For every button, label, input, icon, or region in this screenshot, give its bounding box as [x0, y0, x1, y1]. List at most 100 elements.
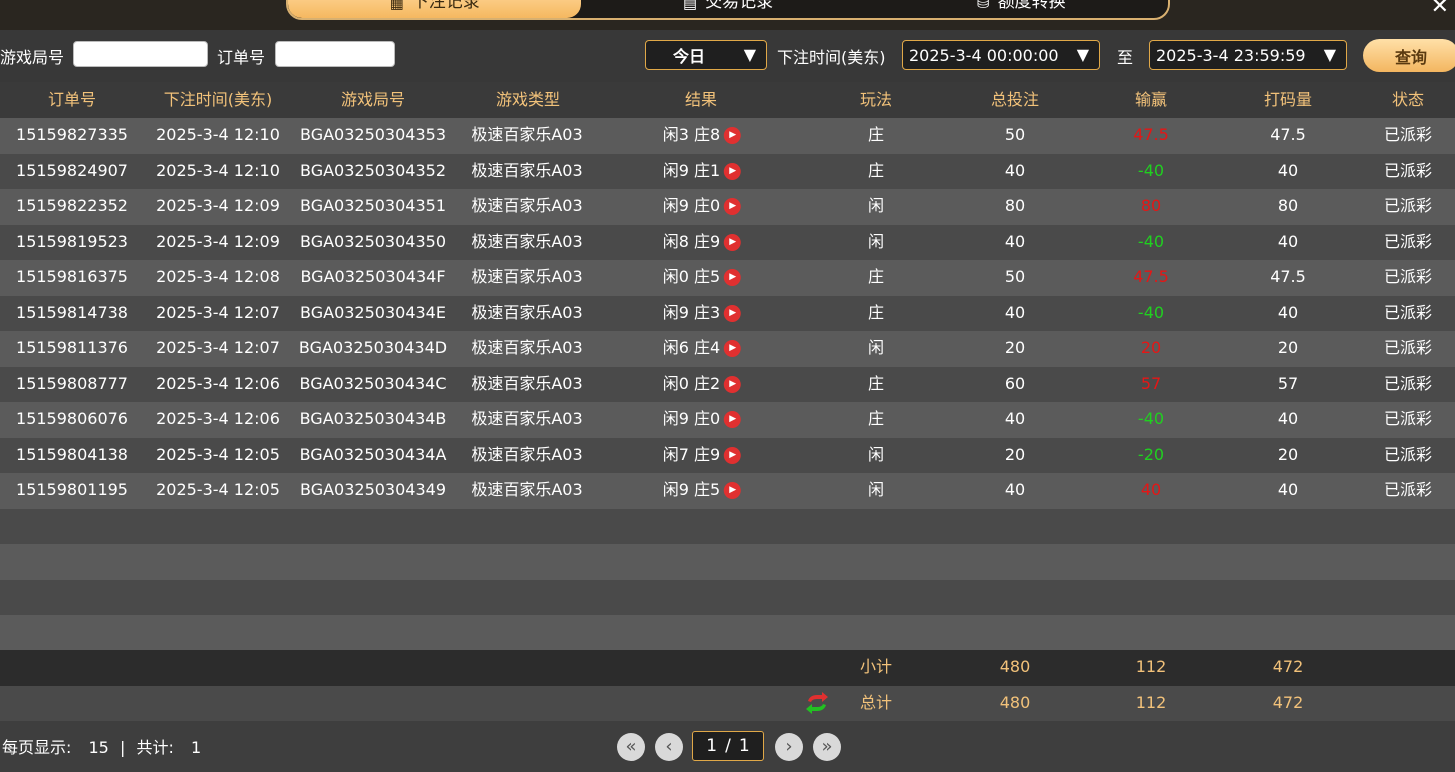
- chevron-down-icon: ▼: [1076, 45, 1089, 64]
- end-time-value: 2025-3-4 23:59:59: [1156, 45, 1306, 65]
- last-page-icon[interactable]: »: [813, 733, 841, 761]
- cell-round-number: BGA0325030434C: [299, 373, 447, 393]
- close-icon[interactable]: ✕: [1431, 0, 1449, 19]
- col-game-type: 游戏类型: [495, 90, 561, 109]
- result-text: 闲6 庄4: [662, 338, 721, 357]
- table-row: 15159827335 2025-3-4 12:10 BGA03250304353 极…: [0, 118, 1455, 154]
- date-range-value: 今日: [672, 47, 705, 66]
- cell-order-number: 15159804138: [16, 444, 128, 464]
- cell-turnover: 40: [1277, 231, 1299, 251]
- tab-label: 下注记录: [411, 0, 480, 12]
- round-number-input[interactable]: [73, 41, 208, 67]
- cell-round-number: BGA03250304349: [299, 480, 447, 499]
- tab-transaction-records[interactable]: ▤ 交易记录: [581, 0, 874, 18]
- first-page-icon[interactable]: «: [617, 733, 645, 761]
- cell-order-number: 15159827335: [16, 125, 128, 144]
- cell-result: 闲7 庄9 ▶: [663, 438, 742, 474]
- cell-game-type: 极速百家乐A03: [471, 231, 583, 251]
- cell-order-number: 15159814738: [16, 302, 128, 322]
- play-replay-icon[interactable]: ▶: [724, 446, 742, 464]
- play-replay-icon[interactable]: ▶: [724, 198, 742, 215]
- tab-label: 交易记录: [705, 0, 774, 12]
- cell-order-number: 15159822352: [16, 196, 128, 215]
- cell-bet-type: 庄: [867, 125, 885, 144]
- cell-round-number: BGA03250304351: [299, 196, 447, 215]
- cell-game-type: 极速百家乐A03: [471, 267, 583, 286]
- page-info: 每页显示: 15 | 共计: 1: [2, 734, 201, 758]
- cell-total-bet: 40: [1004, 231, 1026, 251]
- play-replay-icon[interactable]: ▶: [724, 304, 742, 322]
- page-slash: /: [725, 736, 731, 756]
- cell-game-type: 极速百家乐A03: [471, 125, 583, 144]
- cell-bet-time: 2025-3-4 12:08: [156, 267, 280, 286]
- table-row: 15159808777 2025-3-4 12:06 BGA0325030434C 极…: [0, 366, 1455, 402]
- play-replay-icon[interactable]: ▶: [724, 411, 742, 428]
- cell-total-bet: 40: [1004, 409, 1026, 428]
- cell-status: 已派彩: [1383, 338, 1433, 357]
- end-time-select[interactable]: 2025-3-4 23:59:59 ▼: [1149, 40, 1347, 70]
- cell-win-loss: 57: [1140, 373, 1162, 393]
- next-page-icon[interactable]: ›: [775, 733, 803, 761]
- cell-round-number: BGA0325030434F: [300, 267, 446, 286]
- count-label: 共计:: [136, 738, 174, 757]
- cell-turnover: 47.5: [1270, 267, 1306, 286]
- cell-status: 已派彩: [1383, 267, 1433, 286]
- play-replay-icon[interactable]: ▶: [724, 233, 742, 251]
- cell-game-type: 极速百家乐A03: [471, 409, 583, 428]
- result-text: 闲0 庄5: [662, 267, 721, 286]
- cell-total-bet: 60: [1004, 373, 1026, 393]
- play-replay-icon[interactable]: ▶: [724, 482, 742, 499]
- cell-round-number: BGA03250304352: [299, 160, 447, 180]
- result-text: 闲9 庄3: [662, 302, 721, 322]
- tab-credit-transfer[interactable]: ⛁ 额度转换: [875, 0, 1168, 18]
- result-text: 闲3 庄8: [662, 125, 721, 144]
- play-replay-icon[interactable]: ▶: [724, 162, 742, 180]
- cell-bet-type: 闲: [867, 480, 885, 499]
- cell-bet-type: 庄: [867, 302, 885, 322]
- cell-result: 闲3 庄8 ▶: [662, 118, 742, 154]
- pagination-bar: 每页显示: 15 | 共计: 1 « ‹ 1 / 1 › »: [0, 721, 1455, 772]
- col-win-loss: 输赢: [1134, 90, 1168, 109]
- play-replay-icon[interactable]: ▶: [724, 375, 742, 393]
- cell-game-type: 极速百家乐A03: [471, 480, 583, 499]
- play-replay-icon[interactable]: ▶: [724, 127, 742, 144]
- cell-result: 闲0 庄5 ▶: [662, 260, 742, 296]
- date-range-select[interactable]: 今日 ▼: [645, 40, 767, 70]
- subtotal-total-bet: 480: [999, 657, 1031, 676]
- cell-turnover: 40: [1277, 302, 1299, 322]
- cell-round-number: BGA0325030434E: [300, 302, 446, 322]
- cell-turnover: 80: [1277, 196, 1299, 215]
- cell-round-number: BGA0325030434D: [298, 338, 448, 357]
- subtotal-win-loss: 112: [1135, 657, 1167, 676]
- tab-bet-records[interactable]: ▦ 下注记录: [288, 0, 582, 18]
- col-bet-type: 玩法: [859, 90, 893, 109]
- table-body: 15159827335 2025-3-4 12:10 BGA03250304353 极…: [0, 118, 1455, 651]
- tab-strip: ▦ 下注记录 ▤ 交易记录 ⛁ 额度转换: [286, 0, 1170, 20]
- col-order-number: 订单号: [47, 90, 97, 109]
- order-number-input[interactable]: [275, 41, 395, 67]
- play-replay-icon[interactable]: ▶: [724, 340, 742, 357]
- cell-win-loss: -20: [1137, 444, 1165, 464]
- cell-status: 已派彩: [1383, 231, 1433, 251]
- cell-turnover: 47.5: [1270, 125, 1306, 144]
- filter-bar: 游戏局号 订单号 今日 ▼ 下注时间(美东) 2025-3-4 00:00:00…: [0, 30, 1455, 82]
- cell-status: 已派彩: [1383, 373, 1433, 393]
- prev-page-icon[interactable]: ‹: [655, 733, 683, 761]
- cell-bet-time: 2025-3-4 12:07: [156, 302, 280, 322]
- table-row: [0, 579, 1455, 615]
- page-number-box[interactable]: 1 / 1: [692, 731, 764, 761]
- start-time-select[interactable]: 2025-3-4 00:00:00 ▼: [902, 40, 1100, 70]
- table-row: 15159806076 2025-3-4 12:06 BGA0325030434B 极…: [0, 402, 1455, 438]
- cell-round-number: BGA03250304350: [299, 231, 447, 251]
- cell-bet-type: 闲: [867, 444, 885, 464]
- table-row: 15159814738 2025-3-4 12:07 BGA0325030434E 极…: [0, 295, 1455, 331]
- cell-total-bet: 50: [1004, 267, 1026, 286]
- refresh-icon[interactable]: [805, 692, 829, 714]
- cell-bet-time: 2025-3-4 12:05: [156, 444, 280, 464]
- cell-game-type: 极速百家乐A03: [471, 338, 583, 357]
- play-replay-icon[interactable]: ▶: [724, 269, 742, 286]
- cell-bet-time: 2025-3-4 12:10: [156, 125, 280, 144]
- cell-round-number: BGA0325030434B: [299, 409, 447, 428]
- query-button[interactable]: 查询: [1363, 39, 1455, 72]
- subtotal-label: 小计: [859, 657, 893, 676]
